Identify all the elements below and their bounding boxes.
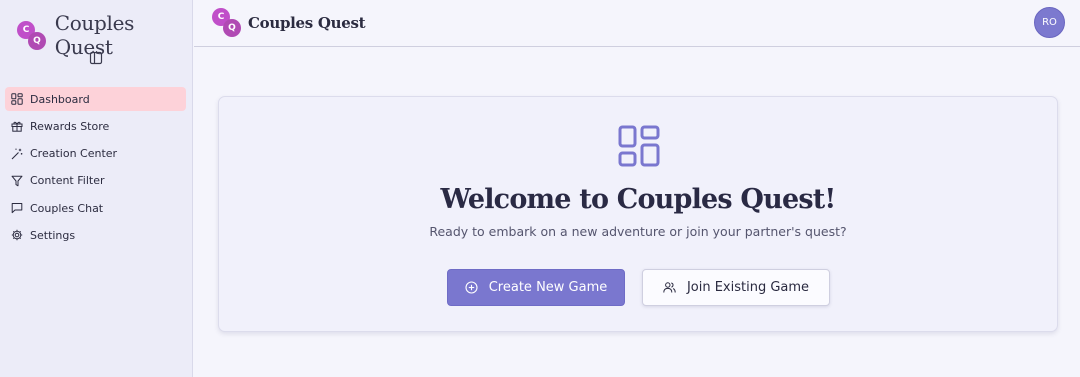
- join-existing-game-button[interactable]: Join Existing Game: [642, 269, 830, 306]
- welcome-card: Welcome to Couples Quest! Ready to embar…: [218, 96, 1058, 332]
- sidebar-toggle-icon[interactable]: [89, 51, 103, 65]
- create-new-game-label: Create New Game: [488, 280, 608, 295]
- header-logo: C Q: [212, 8, 243, 37]
- logo-letter-q: Q: [223, 19, 241, 37]
- welcome-subtitle: Ready to embark on a new adventure or jo…: [429, 224, 847, 239]
- filter-icon: [11, 175, 23, 187]
- sidebar-item-dashboard[interactable]: Dashboard: [5, 87, 186, 111]
- app-logo: C Q: [17, 20, 47, 50]
- top-header: C Q Couples Quest RO: [194, 0, 1080, 47]
- create-new-game-button[interactable]: Create New Game: [447, 269, 625, 306]
- dashboard-grid-icon: [618, 125, 660, 167]
- sidebar-item-couples-chat[interactable]: Couples Chat: [5, 196, 186, 220]
- sidebar-brand[interactable]: C Q Couples Quest: [17, 11, 192, 59]
- plus-circle-icon: [465, 281, 478, 294]
- logo-letter-q: Q: [28, 31, 46, 50]
- join-existing-game-label: Join Existing Game: [686, 280, 810, 295]
- sidebar-app-name: Couples Quest: [54, 11, 135, 59]
- sidebar-item-label: Dashboard: [30, 92, 90, 106]
- sidebar-item-rewards-store[interactable]: Rewards Store: [5, 114, 186, 138]
- sidebar-item-settings[interactable]: Settings: [5, 223, 186, 247]
- sidebar-item-label: Content Filter: [30, 174, 105, 188]
- sidebar: C Q Couples Quest Dashboard Rewards Stor…: [0, 0, 193, 377]
- sidebar-item-content-filter[interactable]: Content Filter: [5, 169, 186, 193]
- sidebar-item-creation-center[interactable]: Creation Center: [5, 142, 186, 166]
- gear-icon: [11, 230, 23, 241]
- sidebar-item-label: Rewards Store: [30, 119, 110, 133]
- grid-icon: [11, 93, 23, 105]
- sidebar-nav: Dashboard Rewards Store Creation Center …: [5, 87, 186, 251]
- users-icon: [663, 282, 676, 293]
- header-title: Couples Quest: [248, 13, 366, 32]
- chat-icon: [11, 203, 23, 214]
- sidebar-item-label: Couples Chat: [30, 201, 104, 215]
- gift-icon: [11, 122, 23, 132]
- user-avatar[interactable]: RO: [1034, 7, 1065, 38]
- sidebar-item-label: Creation Center: [30, 147, 118, 161]
- header-brand[interactable]: C Q Couples Quest: [212, 8, 366, 37]
- magic-wand-icon: [11, 148, 23, 159]
- sidebar-item-label: Settings: [30, 228, 76, 242]
- welcome-title: Welcome to Couples Quest!: [440, 184, 837, 215]
